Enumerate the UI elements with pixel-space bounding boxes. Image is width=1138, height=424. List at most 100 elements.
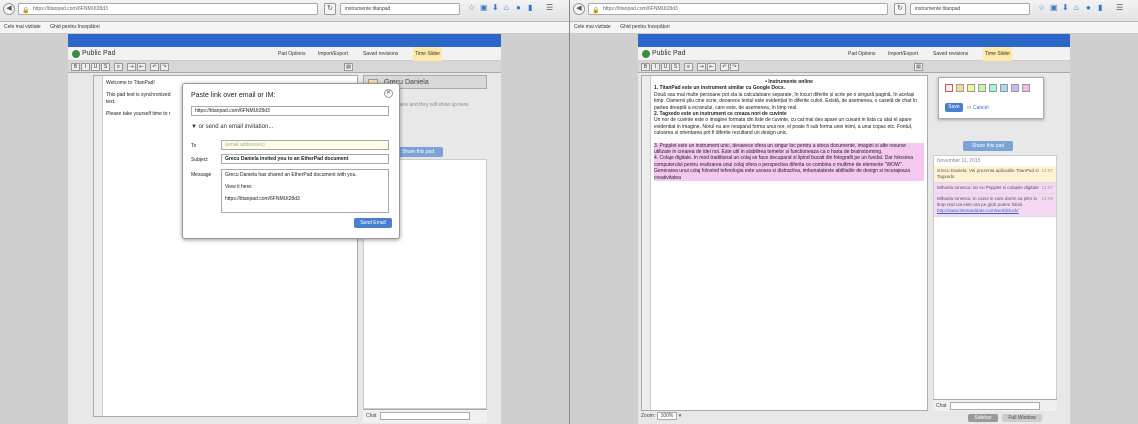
message-textarea[interactable]: Grecu Daniela has shared an EtherPad doc… [221, 169, 389, 213]
bold-button[interactable]: B [641, 63, 650, 71]
bold-button[interactable]: B [71, 63, 80, 71]
italic-button[interactable]: I [651, 63, 660, 71]
home-icon[interactable]: ⌂ [504, 3, 509, 12]
cancel-link[interactable]: Cancel [973, 105, 989, 111]
saved-revisions-button[interactable]: Saved revisions [363, 47, 398, 61]
pad-title: Public Pad [82, 50, 116, 57]
outdent-button[interactable]: ⇤ [707, 63, 716, 71]
color-swatch[interactable] [1011, 84, 1019, 92]
share-link-field[interactable]: https://titanpad.com/6FNMUt28d3 [191, 106, 389, 116]
doc-line-highlighted: 4. Colaje digitale. In mod traditional u… [654, 155, 924, 182]
time-slider-button[interactable]: Time Slider [983, 47, 1013, 61]
indent-button[interactable]: ⇥ [127, 63, 136, 71]
to-input[interactable]: (email addresses) [221, 140, 389, 150]
pad-titlebar: Public Pad Pad Options Import/Export Sav… [638, 47, 1070, 61]
chat-bubble-icon[interactable]: ● [1086, 3, 1091, 12]
strike-button[interactable]: S [671, 63, 680, 71]
bookmark-getting-started[interactable]: Ghid pentru începători [50, 24, 99, 30]
left-browser-window: ◀ 🔒 https://titanpad.com/6FNMUt28d3 ↻ ins… [0, 0, 569, 424]
back-icon[interactable]: ◀ [573, 3, 585, 15]
editor-area[interactable]: • Instrumente online 1. TitanPad este un… [641, 75, 928, 411]
chat-message: 14:08 Mihaela Ionescu: in cazul in care d… [934, 194, 1056, 217]
share-pad-button[interactable]: Share this pad [393, 147, 443, 157]
pocket-icon[interactable]: ▮ [1098, 3, 1102, 12]
redo-button[interactable]: ↷ [730, 63, 739, 71]
full-window-button[interactable]: Full Window [1002, 414, 1042, 422]
chat-input[interactable] [949, 401, 1040, 410]
color-swatch[interactable] [956, 84, 964, 92]
underline-button[interactable]: U [661, 63, 670, 71]
menu-icon[interactable]: ☰ [1116, 3, 1123, 12]
italic-button[interactable]: I [81, 63, 90, 71]
bookmark-most-visited[interactable]: Cele mai vizitate [574, 24, 611, 30]
sidebar-button[interactable]: Sidebar [968, 414, 998, 422]
underline-button[interactable]: U [91, 63, 100, 71]
subject-label: Subject [191, 157, 208, 163]
pad-options-button[interactable]: Pad Options [848, 47, 876, 61]
list-button[interactable]: ≡ [114, 63, 123, 71]
embed-icon[interactable]: ▤ [344, 63, 353, 71]
color-swatch[interactable] [967, 84, 975, 92]
import-export-button[interactable]: Import/Export [888, 47, 918, 61]
share-pad-button[interactable]: Share this pad [963, 141, 1013, 151]
bookmark-most-visited[interactable]: Cele mai vizitate [4, 24, 41, 30]
color-swatch[interactable] [1022, 84, 1030, 92]
doc-line: Un nor de cuvinte este o imagine formata… [654, 117, 913, 137]
menu-icon[interactable]: ☰ [546, 3, 553, 12]
chat-log: November 11, 2015 14:07 Grecu Daniela: Ve… [933, 155, 1057, 405]
save-button[interactable]: Save [945, 103, 963, 112]
indent-button[interactable]: ⇥ [697, 63, 706, 71]
email-invite-toggle[interactable]: ▼ or send an email invitation... [191, 124, 273, 130]
undo-button[interactable]: ↶ [150, 63, 159, 71]
reload-icon[interactable]: ↻ [324, 3, 336, 15]
pad-title: Public Pad [652, 50, 686, 57]
line-gutter [642, 76, 651, 410]
import-export-button[interactable]: Import/Export [318, 47, 348, 61]
bookmark-getting-started[interactable]: Ghid pentru începători [620, 24, 669, 30]
close-icon[interactable]: ✕ [384, 89, 393, 98]
embed-icon[interactable]: ▤ [914, 63, 923, 71]
pocket-icon[interactable]: ▮ [528, 3, 532, 12]
send-email-button[interactable]: Send Email [354, 218, 392, 228]
editor-text: • Instrumente online 1. TitanPad este un… [654, 79, 924, 182]
download-icon[interactable]: ⬇ [492, 3, 499, 12]
undo-button[interactable]: ↶ [720, 63, 729, 71]
time-slider-button[interactable]: Time Slider [413, 47, 443, 61]
editor-toolbar: B I U S ≡ ⇥ ⇤ ↶ ↷ ▤ [638, 61, 1070, 73]
bookmark-star-icon[interactable]: ☆ [1038, 3, 1045, 12]
subject-input[interactable]: Grecu Daniela invited you to an EtherPad… [221, 154, 389, 164]
chat-bubble-icon[interactable]: ● [516, 3, 521, 12]
lock-icon: 🔒 [592, 8, 600, 14]
search-input[interactable]: instrumente titanpad [340, 3, 460, 15]
redo-button[interactable]: ↷ [160, 63, 169, 71]
pad-logo-icon [642, 50, 650, 58]
bookmark-star-icon[interactable]: ☆ [468, 3, 475, 12]
strike-button[interactable]: S [101, 63, 110, 71]
url-bar[interactable]: 🔒 https://titanpad.com/6FNMUt28d3 [18, 3, 318, 15]
chat-link[interactable]: http://www.timeanddate.com/worldclock/ [937, 208, 1019, 213]
saved-revisions-button[interactable]: Saved revisions [933, 47, 968, 61]
url-bar[interactable]: 🔒 https://titanpad.com/6FNMUt28d3 [588, 3, 888, 15]
clipboard-icon[interactable]: ▣ [1050, 3, 1058, 12]
search-input[interactable]: instrumente titanpad [910, 3, 1030, 15]
download-icon[interactable]: ⬇ [1062, 3, 1069, 12]
back-icon[interactable]: ◀ [3, 3, 15, 15]
list-button[interactable]: ≡ [684, 63, 693, 71]
pad-options-button[interactable]: Pad Options [278, 47, 306, 61]
lock-icon: 🔒 [22, 8, 30, 14]
color-swatch[interactable] [978, 84, 986, 92]
color-swatch[interactable] [1000, 84, 1008, 92]
reload-icon[interactable]: ↻ [894, 3, 906, 15]
site-header-bar [638, 34, 1070, 47]
color-swatch[interactable] [945, 84, 953, 92]
chat-date: November 11, 2015 [937, 158, 981, 164]
chat-box: Chat [933, 399, 1057, 411]
home-icon[interactable]: ⌂ [1074, 3, 1079, 12]
color-swatch[interactable] [989, 84, 997, 92]
clipboard-icon[interactable]: ▣ [480, 3, 488, 12]
chat-input[interactable] [379, 411, 470, 420]
share-dialog: Paste link over email or IM: ✕ https://t… [182, 83, 400, 239]
doc-line: Două sau mai multe persoane pot sta la c… [654, 91, 917, 111]
outdent-button[interactable]: ⇤ [137, 63, 146, 71]
zoom-control[interactable]: Zoom: 100% ▾ [641, 412, 681, 420]
